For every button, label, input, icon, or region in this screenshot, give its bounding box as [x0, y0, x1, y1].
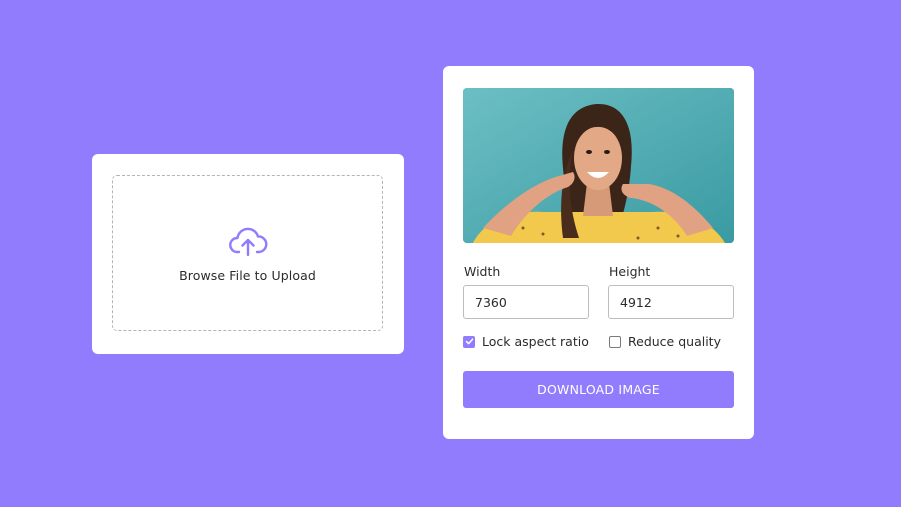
browse-file-label: Browse File to Upload: [179, 267, 316, 283]
lock-aspect-ratio-checkbox[interactable]: Lock aspect ratio: [463, 334, 589, 349]
cloud-upload-icon: [228, 227, 267, 256]
reduce-quality-checkbox[interactable]: Reduce quality: [609, 334, 721, 349]
page: Browse File to Upload Width Height 7360 …: [0, 0, 901, 507]
upload-dropzone[interactable]: Browse File to Upload: [112, 175, 383, 331]
woman-portrait-photo: [463, 88, 734, 243]
resize-card: Width Height Lock aspect ratio Reduce qu…: [443, 66, 754, 439]
upload-card: Browse File to Upload: [92, 154, 404, 354]
checkbox-checked-icon: [463, 335, 475, 348]
height-input[interactable]: [608, 285, 734, 319]
height-label: Height: [609, 264, 651, 279]
reduce-quality-label: Reduce quality: [628, 334, 721, 349]
width-input[interactable]: [463, 285, 589, 319]
checkbox-unchecked-icon: [609, 335, 621, 348]
download-image-button[interactable]: DOWNLOAD IMAGE: [463, 371, 734, 408]
width-label: Width: [464, 264, 501, 279]
lock-aspect-ratio-label: Lock aspect ratio: [482, 334, 589, 349]
image-preview: [463, 88, 734, 243]
